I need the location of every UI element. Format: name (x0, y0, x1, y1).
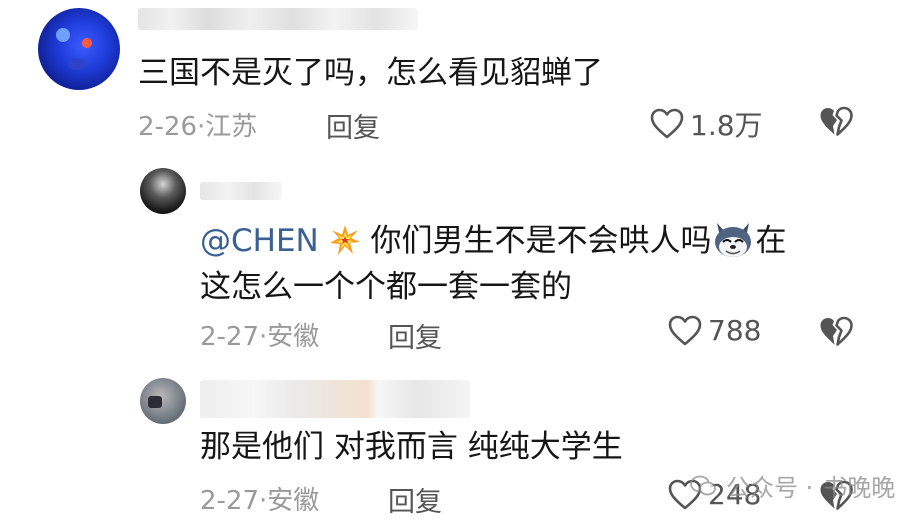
username-blurred[interactable] (200, 182, 282, 200)
comment-meta: 2-27·安徽 (200, 316, 319, 353)
username-blurred[interactable] (138, 8, 418, 30)
comment-text-part: 在 (755, 223, 787, 259)
comment-location: 江苏 (205, 112, 258, 142)
username-blurred[interactable] (200, 380, 470, 418)
dislike-button[interactable] (818, 106, 854, 142)
like-count: 788 (708, 314, 762, 347)
heart-outline-icon (668, 315, 702, 345)
comment-date: 2-27 (200, 486, 260, 516)
comment-text: 三国不是灭了吗，怎么看见貂蝉了 (138, 55, 603, 91)
comment-date: 2-26 (138, 112, 198, 142)
watermark-name: 书晚晚 (823, 474, 896, 502)
like-button[interactable]: 1.8万 (650, 104, 763, 144)
comment-text-line2: 这怎么一个个都一套一套的 (200, 269, 572, 305)
avatar[interactable] (140, 378, 186, 424)
reply-button[interactable]: 回复 (326, 106, 380, 145)
comment-text: 那是他们 对我而言 纯纯大学生 (200, 429, 623, 465)
comment-text: @CHEN 你们男生不是不会哄人吗 在 (200, 216, 786, 266)
like-button[interactable]: 788 (668, 314, 761, 347)
reply-button[interactable]: 回复 (388, 316, 442, 355)
comment-location: 安徽 (267, 486, 320, 516)
comment-date: 2-27 (200, 322, 260, 352)
reply-button[interactable]: 回复 (388, 480, 442, 519)
comment-meta: 2-27·安徽 (200, 480, 319, 517)
broken-heart-icon (820, 106, 853, 136)
mention-link[interactable]: @CHEN (200, 223, 319, 259)
dislike-button[interactable] (818, 316, 854, 352)
watermark-prefix: 公众号 · (726, 474, 814, 502)
avatar[interactable] (38, 8, 120, 90)
like-count: 1.8万 (690, 109, 763, 142)
husky-emoji (711, 219, 755, 259)
comment-meta: 2-26·江苏 (138, 106, 257, 143)
comment-text-part: 你们男生不是不会哄人吗 (370, 223, 712, 259)
collision-emoji (329, 221, 361, 255)
broken-heart-icon (820, 316, 853, 346)
watermark: 公众号 · 书晚晚 (690, 468, 895, 503)
heart-outline-icon (650, 108, 684, 139)
wechat-icon (690, 475, 716, 495)
comment-thread: 三国不是灭了吗，怎么看见貂蝉了 2-26·江苏 回复 1.8万 @CHEN 你们… (0, 0, 900, 522)
avatar[interactable] (140, 168, 186, 214)
comment-location: 安徽 (267, 322, 320, 352)
